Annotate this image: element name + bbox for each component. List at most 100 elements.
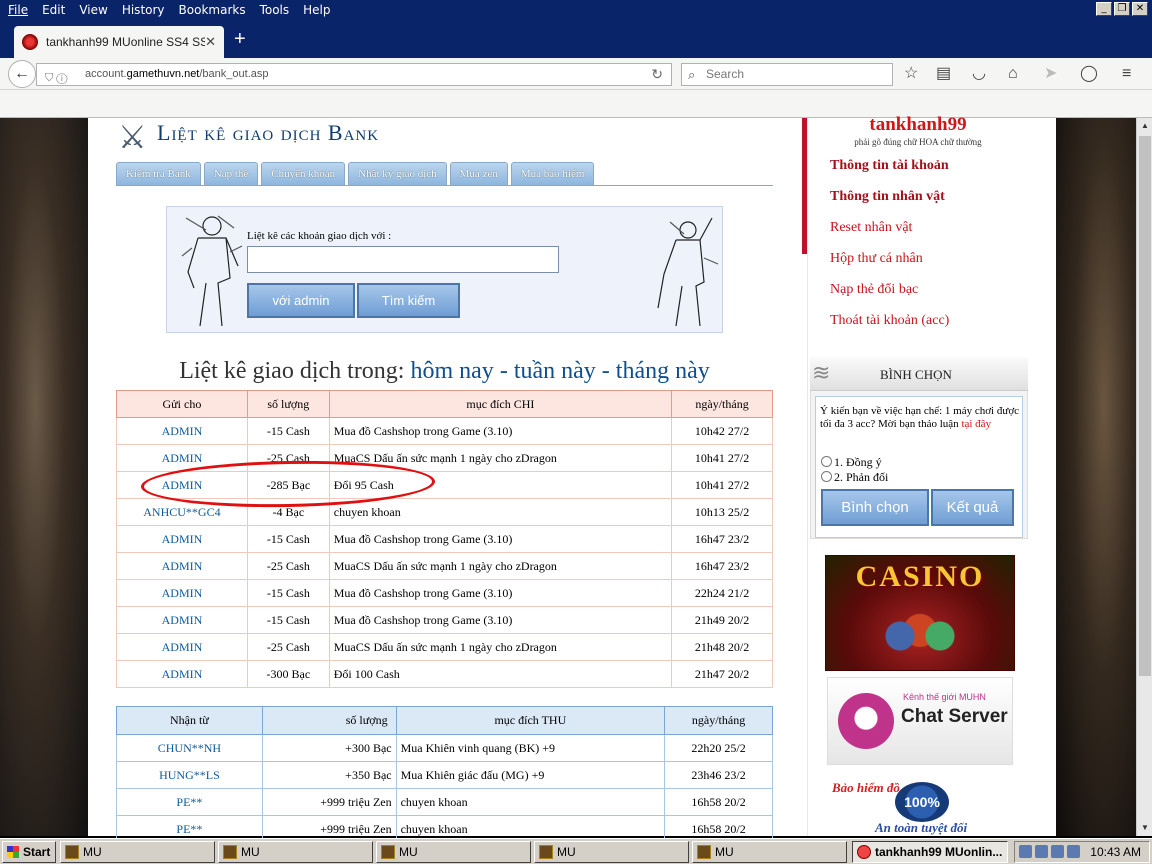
menu-edit[interactable]: Edit — [34, 3, 71, 17]
account-link[interactable]: ADMIN — [116, 417, 248, 445]
table-header-row: Nhận từ số lượng mục đích THU ngày/tháng — [116, 706, 773, 735]
hamburger-menu-icon[interactable]: ≡ — [1122, 64, 1131, 84]
browser-tab[interactable]: tankhanh99 MUonline SS4 SS... ✕ — [14, 26, 224, 58]
link-character-info[interactable]: Thông tin nhân vật — [830, 189, 945, 205]
tray-icon[interactable] — [1067, 845, 1080, 858]
account-link[interactable]: ADMIN — [116, 579, 248, 607]
poll-option-agree[interactable]: 1. Đồng ý — [821, 455, 882, 470]
menu-help[interactable]: Help — [295, 3, 336, 17]
taskbar-mu-5[interactable]: MU — [692, 841, 847, 863]
menu-file[interactable]: File — [0, 3, 34, 17]
table-cell: chuyen khoan — [395, 788, 666, 816]
chat-logo-icon — [838, 693, 894, 749]
system-tray: 10:43 AM — [1014, 841, 1150, 863]
outgoing-transactions-table: Gửi cho số lượng mục đích CHI ngày/tháng… — [116, 390, 773, 688]
account-link[interactable]: PE** — [116, 788, 263, 816]
table-row: ADMIN -15 Cash Mua đồ Cashshop trong Game … — [116, 579, 773, 607]
link-this-week[interactable]: tuần này — [514, 358, 596, 384]
tab-nap-the[interactable]: Nạp thẻ — [203, 162, 259, 185]
close-window-icon[interactable]: ✕ — [1132, 2, 1148, 16]
table-row: ADMIN -15 Cash Mua đồ Cashshop trong Game … — [116, 417, 773, 445]
home-icon[interactable]: ⌂ — [1008, 64, 1018, 84]
tray-icon[interactable] — [1051, 845, 1064, 858]
taskbar-browser[interactable]: tankhanh99 MUonlin... — [852, 841, 1008, 863]
tab-chuyen-khoan[interactable]: Chuyển khoản — [261, 162, 346, 185]
scrollbar-thumb[interactable] — [1139, 136, 1151, 676]
browser-app-icon — [857, 845, 871, 859]
guarantee-seal-icon: 100% — [895, 782, 949, 822]
reading-list-icon[interactable]: ▤ — [936, 64, 951, 84]
restore-icon[interactable]: ❐ — [1114, 2, 1130, 16]
reload-icon[interactable]: ↻ — [651, 64, 663, 85]
table-cell: +300 Bạc — [261, 734, 397, 762]
taskbar-mu-2[interactable]: MU — [218, 841, 373, 863]
scroll-down-icon[interactable]: ▼ — [1137, 820, 1152, 836]
bookmark-star-icon[interactable]: ☆ — [904, 64, 918, 84]
radio-icon[interactable] — [821, 471, 832, 482]
link-logout[interactable]: Thoát tài khoản (acc) — [830, 313, 949, 329]
link-today[interactable]: hôm nay — [410, 358, 493, 384]
table-cell: Mua đồ Cashshop trong Game (3.10) — [328, 417, 673, 445]
link-card-topup[interactable]: Nạp thẻ đổi bạc — [830, 282, 918, 298]
search-button[interactable]: Tìm kiếm — [357, 283, 460, 318]
poll-option-disagree[interactable]: 2. Phản đối — [821, 470, 888, 485]
scroll-up-icon[interactable]: ▲ — [1137, 118, 1152, 134]
table-row: PE** +999 triệu Zen chuyen khoan 16h58 20/2 — [116, 788, 773, 816]
chat-bubble-icon[interactable]: ◯ — [1080, 64, 1098, 84]
table-cell: 16h47 23/2 — [671, 552, 773, 580]
account-link[interactable]: ADMIN — [116, 552, 248, 580]
poll-discussion-link[interactable]: tại đây — [961, 418, 991, 430]
separator: - — [499, 358, 508, 384]
partner-search-input[interactable] — [247, 246, 559, 273]
table-cell: 22h24 21/2 — [671, 579, 773, 607]
table-cell: -25 Cash — [246, 552, 330, 580]
url-bar[interactable]: ⛉ ⓘ account.gamethuvn.net/bank_out.asp ↻ — [36, 63, 672, 86]
page-title: Liệt kê giao dịch Bank — [157, 120, 380, 145]
tray-icon[interactable] — [1035, 845, 1048, 858]
taskbar-mu-3[interactable]: MU — [376, 841, 531, 863]
new-tab-icon[interactable]: + — [234, 29, 246, 49]
link-this-month[interactable]: tháng này — [616, 358, 710, 384]
tray-icon[interactable] — [1019, 845, 1032, 858]
tab-nhat-ky[interactable]: Nhật ký giao dịch — [348, 162, 447, 185]
insurance-ad-title[interactable]: Bảo hiểm đồ — [832, 780, 900, 796]
link-account-info[interactable]: Thông tin tài khoản — [830, 158, 949, 174]
account-link[interactable]: HUNG**LS — [116, 761, 263, 789]
link-reset-character[interactable]: Reset nhân vật — [830, 220, 912, 236]
table-cell: 22h20 25/2 — [664, 734, 773, 762]
list-heading-prefix: Liệt kê giao dịch trong: — [179, 358, 405, 384]
account-link[interactable]: ADMIN — [116, 606, 248, 634]
table-cell: 10h41 27/2 — [671, 444, 773, 472]
start-button[interactable]: Start — [2, 841, 56, 863]
menu-view[interactable]: View — [71, 3, 113, 17]
minimize-icon[interactable]: _ — [1096, 2, 1112, 16]
radio-icon[interactable] — [821, 456, 832, 467]
taskbar-mu-4[interactable]: MU — [534, 841, 689, 863]
nav-bar: ← ⛉ ⓘ account.gamethuvn.net/bank_out.asp… — [0, 58, 1152, 90]
menu-bookmarks[interactable]: Bookmarks — [171, 3, 252, 17]
account-link[interactable]: ADMIN — [116, 660, 248, 688]
taskbar-mu-1[interactable]: MU — [60, 841, 215, 863]
option-label: 1. Đồng ý — [834, 455, 882, 469]
with-admin-button[interactable]: với admin — [247, 283, 355, 318]
menu-history[interactable]: History — [114, 3, 171, 17]
back-button[interactable]: ← — [8, 60, 36, 88]
tab-mua-bao-hiem[interactable]: Mua bảo hiểm — [510, 162, 595, 185]
account-link[interactable]: ADMIN — [116, 633, 248, 661]
account-link[interactable]: CHUN**NH — [116, 734, 263, 762]
account-link[interactable]: ADMIN — [116, 525, 248, 553]
share-icon[interactable]: ➤ — [1044, 64, 1057, 84]
search-input[interactable]: ⌕ Search — [681, 63, 893, 86]
tab-kiem-tra-bank[interactable]: Kiểm tra Bank — [116, 162, 201, 185]
tab-mua-zen[interactable]: Mua zen — [449, 162, 508, 185]
vertical-scrollbar[interactable]: ▲ ▼ — [1136, 118, 1152, 836]
vote-button[interactable]: Bình chọn — [821, 489, 929, 526]
col-header: Gửi cho — [116, 390, 248, 418]
shield-icon[interactable]: ⛉ ⓘ — [45, 68, 68, 89]
menu-tools[interactable]: Tools — [252, 3, 296, 17]
pocket-icon[interactable]: ◡ — [972, 64, 986, 84]
results-button[interactable]: Kết quả — [931, 489, 1014, 526]
link-inbox[interactable]: Hộp thư cá nhân — [830, 251, 923, 267]
warrior-left-image — [181, 215, 243, 327]
close-tab-icon[interactable]: ✕ — [205, 34, 216, 50]
